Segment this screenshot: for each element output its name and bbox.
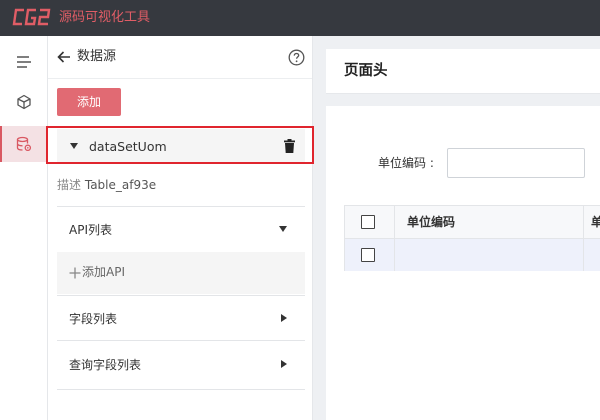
add-datasource-button[interactable]: 添加 — [57, 88, 121, 116]
datasource-button[interactable] — [0, 126, 47, 162]
back-arrow-icon[interactable] — [56, 49, 72, 65]
field-list-section[interactable]: 字段列表 — [57, 295, 305, 341]
column-header: 单 — [591, 215, 600, 229]
data-table: 单位编码 单 — [344, 205, 600, 271]
table-header: 单位编码 单 — [345, 206, 600, 239]
cube-icon — [16, 94, 31, 110]
unit-code-label: 单位编码 : — [378, 156, 434, 170]
caret-right-icon[interactable] — [281, 314, 287, 322]
dataset-description: 描述 Table_af93e — [57, 178, 156, 193]
selected-dataset-highlight — [46, 126, 314, 164]
app-logo — [12, 8, 51, 26]
select-all-checkbox[interactable] — [361, 215, 375, 229]
page-header: 页面头 — [326, 49, 600, 94]
table-row[interactable] — [345, 239, 600, 271]
add-api-button[interactable]: 添加API — [57, 252, 305, 294]
column-divider — [583, 206, 584, 271]
api-list-section[interactable]: API列表 — [57, 206, 305, 252]
description-value: Table_af93e — [84, 178, 157, 192]
page-title: 页面头 — [344, 63, 388, 79]
plus-icon — [69, 267, 81, 279]
menu-lines-icon — [16, 56, 31, 68]
caret-down-icon[interactable] — [279, 226, 287, 232]
database-settings-icon — [16, 136, 31, 152]
page-body: 单位编码 : 单位编码 单 — [326, 106, 600, 420]
caret-right-icon[interactable] — [281, 360, 287, 368]
top-bar: 源码可视化工具 — [0, 0, 600, 36]
icon-rail — [0, 36, 48, 420]
components-button[interactable] — [0, 84, 47, 120]
unit-code-input[interactable] — [447, 148, 585, 178]
field-list-label: 字段列表 — [69, 312, 118, 326]
description-label: 描述 — [57, 178, 82, 192]
query-field-list-section[interactable]: 查询字段列表 — [57, 340, 305, 390]
help-icon[interactable] — [288, 49, 305, 66]
app-title: 源码可视化工具 — [59, 10, 151, 25]
column-divider — [394, 206, 395, 271]
query-field-list-label: 查询字段列表 — [69, 358, 142, 372]
add-api-label: 添加API — [82, 265, 125, 279]
api-list-label: API列表 — [69, 223, 112, 237]
row-checkbox[interactable] — [361, 248, 375, 262]
panel-header: 数据源 — [48, 36, 312, 79]
column-header: 单位编码 — [407, 215, 456, 229]
menu-button[interactable] — [0, 44, 47, 80]
panel-title: 数据源 — [77, 49, 117, 64]
datasource-panel: 数据源 添加 dataSetUom 描述 Table_af93e API列表 添… — [48, 36, 313, 420]
